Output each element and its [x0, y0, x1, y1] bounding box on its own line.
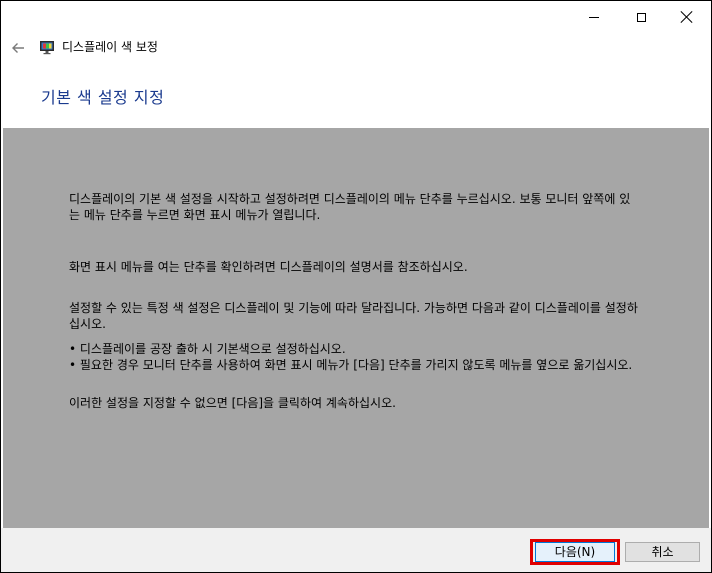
display-color-calibration-icon — [40, 41, 54, 55]
instruction-paragraph-4: 이러한 설정을 지정할 수 없으면 [다음]을 클릭하여 계속하십시오. — [69, 396, 396, 410]
back-arrow-icon — [12, 43, 24, 53]
maximize-button[interactable] — [618, 1, 664, 33]
footer-bar: 다음(N) 취소 — [1, 528, 711, 572]
instructions-panel: 디스플레이의 기본 색 설정을 시작하고 설정하려면 디스플레이의 메뉴 단추를… — [3, 128, 709, 528]
next-button[interactable]: 다음(N) — [535, 542, 615, 562]
list-item: • 필요한 경우 모니터 단추를 사용하여 화면 표시 메뉴가 [다음] 단추를… — [69, 358, 633, 372]
list-item: • 디스플레이를 공장 출하 시 기본색으로 설정하십시오. — [69, 342, 346, 356]
close-button[interactable] — [664, 1, 710, 33]
instruction-paragraph-1: 디스플레이의 기본 색 설정을 시작하고 설정하려면 디스플레이의 메뉴 단추를… — [69, 192, 631, 222]
maximize-icon — [636, 12, 646, 22]
window-title: 디스플레이 색 보정 — [62, 40, 158, 54]
instruction-paragraph-3: 설정할 수 있는 특정 색 설정은 디스플레이 및 기능에 따라 달라집니다. … — [69, 301, 638, 331]
instruction-paragraph-2: 화면 표시 메뉴를 여는 단추를 확인하려면 디스플레이의 설명서를 참조하십시… — [69, 260, 468, 274]
back-button[interactable] — [7, 37, 29, 59]
page-heading: 기본 색 설정 지정 — [41, 88, 165, 107]
display-color-calibration-window: 디스플레이 색 보정 기본 색 설정 지정 디스플레이의 기본 색 설정을 시작… — [0, 0, 712, 573]
close-icon — [681, 11, 693, 23]
title-bar[interactable] — [1, 1, 711, 35]
instruction-bullet-list: • 디스플레이를 공장 출하 시 기본색으로 설정하십시오. • 필요한 경우 … — [69, 341, 639, 373]
minimize-icon — [589, 16, 599, 18]
cancel-button[interactable]: 취소 — [625, 542, 700, 562]
minimize-button[interactable] — [571, 1, 617, 33]
